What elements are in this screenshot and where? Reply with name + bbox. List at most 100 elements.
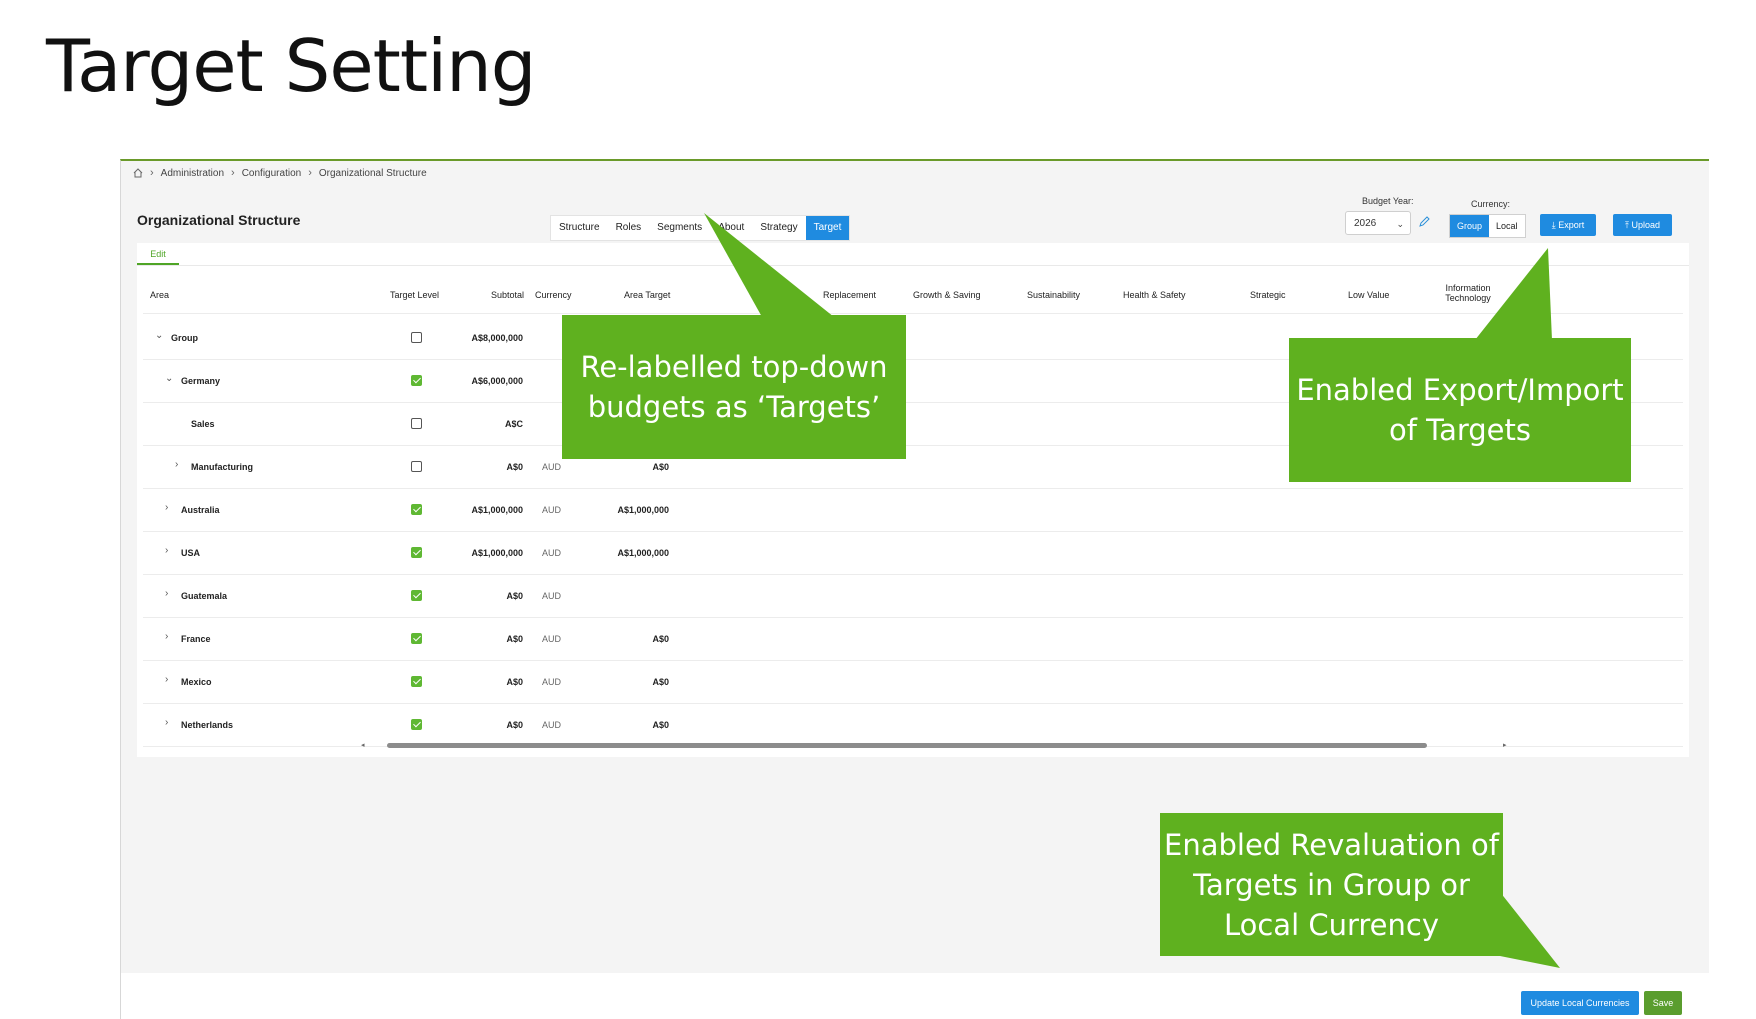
target-level-checkbox[interactable]	[411, 633, 422, 644]
target-level-checkbox[interactable]	[411, 375, 422, 386]
column-header-area: Area	[150, 290, 170, 300]
column-header-sustainability: Sustainability	[1027, 290, 1081, 300]
column-header-growth-saving: Growth & Saving	[913, 290, 981, 300]
row-area-name: USA	[181, 548, 201, 558]
currency-local-button[interactable]: Local	[1489, 215, 1525, 237]
row-area-name: Germany	[181, 376, 221, 386]
callout-export-import: Enabled Export/Import of Targets	[1289, 338, 1631, 482]
area-target-cell[interactable]: A$1,000,000	[587, 505, 669, 515]
area-target-cell[interactable]: A$0	[587, 677, 669, 687]
row-area-name: France	[181, 634, 211, 644]
subtotal-cell: A$8,000,000	[471, 333, 523, 343]
budget-year-select[interactable]: 2026 ⌄	[1345, 211, 1411, 235]
target-level-checkbox[interactable]	[411, 461, 422, 472]
target-level-checkbox[interactable]	[411, 547, 422, 558]
chevron-down-icon[interactable]: ⌄	[165, 373, 173, 384]
subtotal-cell: A$1,000,000	[471, 505, 523, 515]
scroll-right-icon[interactable]: ▸	[1503, 741, 1507, 749]
area-target-cell[interactable]: A$0	[587, 720, 669, 730]
breadcrumb: › Administration › Configuration › Organ…	[133, 167, 427, 179]
chevron-right-icon[interactable]: ›	[165, 717, 168, 728]
slide-title: Target Setting	[46, 24, 536, 108]
currency-cell: AUD	[542, 505, 562, 515]
footer-bar	[121, 973, 1709, 1019]
row-area-name: Sales	[191, 419, 215, 429]
callout-revaluation-line-1: Enabled Revaluation of	[1164, 827, 1499, 862]
subtotal-cell: A$0	[506, 720, 523, 730]
upload-button[interactable]: ⤒ Upload	[1613, 214, 1672, 236]
callout-revaluation-line-2: Targets in Group or	[1193, 867, 1470, 902]
callout-export-line-2: of Targets	[1388, 413, 1531, 447]
chevron-right-icon[interactable]: ›	[165, 588, 168, 599]
chevron-right-icon[interactable]: ›	[165, 631, 168, 642]
chevron-down-icon[interactable]: ⌄	[155, 330, 163, 341]
column-header-subtotal: Subtotal	[491, 290, 525, 300]
update-local-currencies-button[interactable]: Update Local Currencies	[1521, 991, 1639, 1015]
callout-relabel-line-1: Re-labelled top-down	[580, 350, 888, 384]
chevron-right-icon[interactable]: ›	[165, 545, 168, 556]
target-level-checkbox[interactable]	[411, 418, 422, 429]
column-header-low-value: Low Value	[1348, 290, 1390, 300]
subtotal-cell: A$0	[506, 462, 523, 472]
chevron-right-icon: ›	[231, 167, 235, 179]
callout-revaluation: Enabled Revaluation of Targets in Group …	[1160, 813, 1503, 956]
currency-cell: AUD	[542, 462, 562, 472]
currency-cell: AUD	[542, 634, 562, 644]
row-area-name: Manufacturing	[191, 462, 253, 472]
pencil-icon[interactable]	[1417, 215, 1431, 229]
callout-pointer	[1500, 892, 1560, 968]
tab-structure[interactable]: Structure	[551, 216, 608, 240]
row-area-name: Group	[171, 333, 198, 343]
chevron-right-icon: ›	[150, 167, 154, 179]
chevron-right-icon[interactable]: ›	[175, 459, 178, 470]
callout-pointer	[704, 213, 834, 317]
subtotal-cell: A$1,000,000	[471, 548, 523, 558]
row-area-name: Guatemala	[181, 591, 228, 601]
area-target-cell[interactable]: A$0	[587, 634, 669, 644]
target-level-checkbox[interactable]	[411, 676, 422, 687]
callout-relabel: Re-labelled top-down budgets as ‘Targets…	[562, 315, 906, 459]
subtotal-cell: A$0	[506, 634, 523, 644]
breadcrumb-configuration[interactable]: Configuration	[242, 168, 301, 179]
scrollbar-thumb[interactable]	[387, 743, 1427, 748]
target-level-checkbox[interactable]	[411, 590, 422, 601]
chevron-right-icon[interactable]: ›	[165, 502, 168, 513]
currency-cell: AUD	[542, 720, 562, 730]
save-button[interactable]: Save	[1644, 991, 1682, 1015]
column-header-strategic: Strategic	[1250, 290, 1286, 300]
breadcrumb-administration[interactable]: Administration	[161, 168, 224, 179]
chevron-right-icon: ›	[308, 167, 312, 179]
subtotal-cell: A$C	[504, 419, 523, 429]
currency-group-button[interactable]: Group	[1450, 215, 1490, 237]
export-button[interactable]: ⤓ Export	[1540, 214, 1596, 236]
chevron-down-icon: ⌄	[1396, 219, 1404, 229]
tab-edit[interactable]: Edit	[137, 249, 179, 265]
callout-revaluation-line-3: Local Currency	[1223, 907, 1440, 942]
home-icon[interactable]	[133, 168, 143, 178]
callout-relabel-line-2: budgets as ‘Targets’	[587, 390, 881, 424]
currency-cell: AUD	[542, 591, 562, 601]
target-level-checkbox[interactable]	[411, 332, 422, 343]
target-level-checkbox[interactable]	[411, 504, 422, 515]
scroll-left-icon[interactable]: ◂	[361, 741, 365, 749]
divider	[137, 265, 1689, 266]
row-divider	[143, 488, 1683, 489]
target-level-checkbox[interactable]	[411, 719, 422, 730]
row-divider	[143, 703, 1683, 704]
area-target-cell[interactable]: A$0	[587, 462, 669, 472]
callout-export-line-1: Enabled Export/Import	[1296, 373, 1624, 407]
currency-toggle: Group Local	[1449, 214, 1526, 238]
tab-roles[interactable]: Roles	[608, 216, 650, 240]
subtotal-cell: A$0	[506, 677, 523, 687]
area-target-cell[interactable]: A$1,000,000	[587, 548, 669, 558]
budget-year-label: Budget Year:	[1362, 196, 1414, 206]
chevron-right-icon[interactable]: ›	[165, 674, 168, 685]
row-area-name: Netherlands	[181, 720, 234, 730]
row-divider	[143, 574, 1683, 575]
page-title: Organizational Structure	[137, 212, 301, 228]
subtotal-cell: A$0	[506, 591, 523, 601]
horizontal-scrollbar[interactable]: ◂ ▸	[361, 741, 1667, 749]
row-area-name: Australia	[181, 505, 220, 515]
column-header-area-target: Area Target	[624, 290, 671, 300]
row-divider	[143, 660, 1683, 661]
